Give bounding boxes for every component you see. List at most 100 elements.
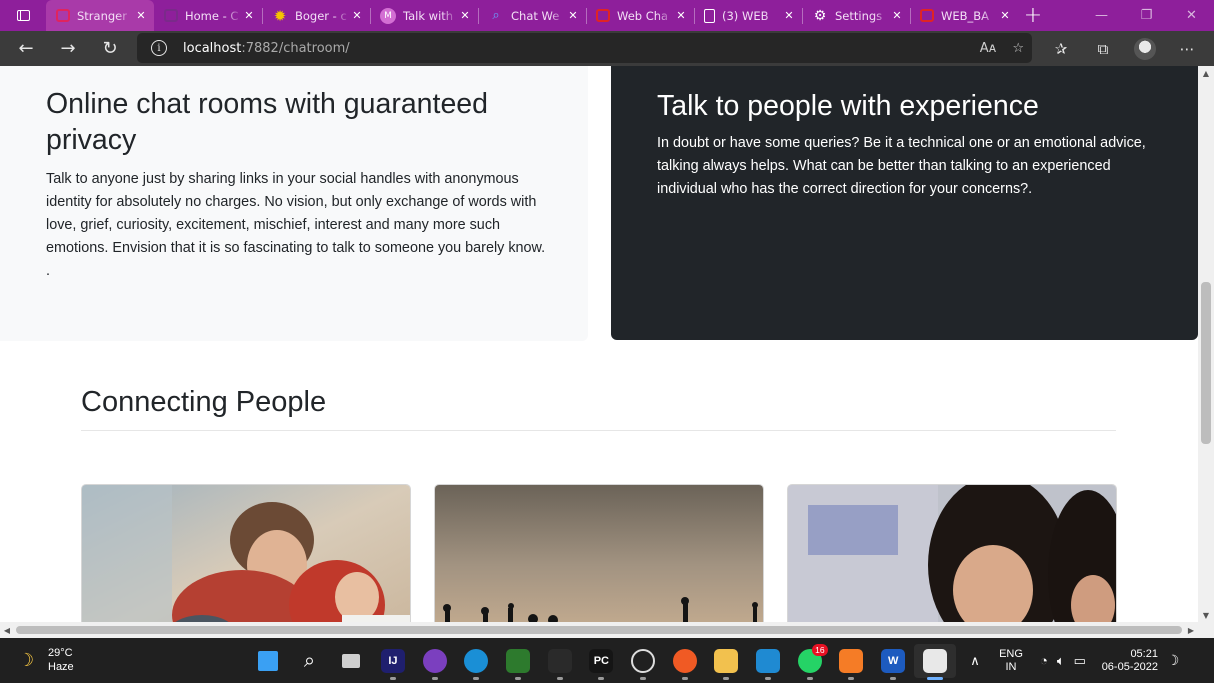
taskbar-app-search[interactable]: ⌕ — [289, 644, 331, 678]
page-viewport: Online chat rooms with guaranteed privac… — [0, 66, 1198, 622]
tab-title: Web Cha — [617, 8, 669, 23]
card-image-friends — [787, 484, 1117, 622]
temperature: 29°C — [48, 647, 73, 659]
windows-start-icon — [257, 651, 278, 671]
tab-title: Talk with — [403, 8, 454, 23]
taskbar-app-git[interactable] — [497, 644, 539, 680]
window-controls: — ❐ ✕ — [1079, 0, 1214, 31]
minimize-button[interactable]: — — [1079, 0, 1124, 31]
running-indicator — [681, 677, 688, 680]
tab-close-icon[interactable]: ✕ — [566, 9, 580, 23]
settings-menu-button[interactable]: ⋯ — [1166, 31, 1208, 66]
horizontal-scroll-thumb[interactable] — [16, 626, 1182, 634]
refresh-button[interactable]: ↻ — [89, 31, 131, 66]
restore-button[interactable]: ❐ — [1124, 0, 1169, 31]
couple-photo — [82, 485, 410, 622]
section-divider — [81, 430, 1116, 431]
scroll-up-arrow[interactable]: ▲ — [1198, 66, 1214, 80]
tab-actions-button[interactable] — [0, 0, 46, 31]
tab-close-icon[interactable]: ✕ — [458, 9, 472, 23]
scroll-left-arrow[interactable]: ◀ — [0, 622, 14, 638]
tab-close-icon[interactable]: ✕ — [998, 9, 1012, 23]
tab-title: (3) WEB — [722, 8, 769, 23]
tab-close-icon[interactable]: ✕ — [782, 9, 796, 23]
address-bar[interactable]: i localhost:7882/chatroom/ Aᴀ ☆ — [137, 33, 1032, 63]
taskbar-app-pycharm[interactable]: PC — [581, 644, 623, 680]
quick-settings[interactable]: ◔ 🔈︎ ▭ — [1032, 653, 1094, 669]
browser-tab[interactable]: Stranger ✕ — [46, 0, 154, 31]
profile-button[interactable] — [1124, 31, 1166, 66]
tab-close-icon[interactable]: ✕ — [890, 9, 904, 23]
tab-close-icon[interactable]: ✕ — [350, 9, 364, 23]
show-hidden-icons-chevron[interactable]: ∧ — [960, 653, 990, 669]
browser-tab[interactable]: Web Cha ✕ — [586, 0, 694, 31]
moon-icon: ☽ — [18, 650, 35, 670]
task-view-icon — [342, 654, 361, 668]
taskbar-app-snipping-tool[interactable] — [914, 644, 956, 680]
privacy-heading: Online chat rooms with guaranteed privac… — [46, 88, 489, 156]
taskbar-app-xampp[interactable] — [831, 644, 873, 680]
back-button[interactable]: ← — [5, 31, 47, 66]
browser-tab[interactable]: ✹ Boger - c ✕ — [262, 0, 370, 31]
taskbar-app-edge[interactable] — [455, 644, 497, 680]
browser-tab[interactable]: ⚙ Settings ✕ — [802, 0, 910, 31]
scroll-down-arrow[interactable]: ▼ — [1198, 608, 1214, 622]
document-icon — [704, 8, 715, 23]
taskbar-app-file-explorer[interactable] — [706, 644, 748, 680]
taskbar-app-brave[interactable] — [664, 644, 706, 680]
pdf-icon — [920, 9, 934, 22]
taskbar-app-task-view[interactable] — [330, 644, 372, 678]
taskbar-app-word[interactable]: W — [872, 644, 914, 680]
input-language[interactable]: ENG IN — [990, 648, 1032, 674]
volume-icon: 🔈︎ — [1056, 652, 1065, 668]
close-window-button[interactable]: ✕ — [1169, 0, 1214, 31]
taskbar-app-obs[interactable] — [622, 644, 664, 680]
browser-tab[interactable]: (3) WEB ✕ — [694, 0, 802, 31]
windows-taskbar: ☽ 29°C Haze ⌕ IJ PC 16 W ∧ ENG IN ◔ 🔈︎ ▭ 05:… — [0, 638, 1214, 683]
pycharm-icon: PC — [589, 649, 614, 673]
experience-heading: Talk to people with experience — [657, 90, 1039, 122]
new-tab-button[interactable]: + — [1018, 0, 1048, 31]
clock-time: 05:21 — [1130, 647, 1158, 660]
clock[interactable]: 05:21 06-05-2022 — [1094, 648, 1158, 674]
read-aloud-icon[interactable]: Aᴀ — [980, 41, 997, 56]
git-icon — [505, 649, 530, 673]
tab-close-icon[interactable]: ✕ — [674, 9, 688, 23]
browser-tab[interactable]: Home - C ✕ — [154, 0, 262, 31]
taskbar-app-whatsapp[interactable]: 16 — [789, 644, 831, 680]
url-path: :7882/chatroom/ — [241, 40, 350, 56]
taskbar-app-intellij[interactable]: IJ — [372, 644, 414, 680]
language-code: ENG — [999, 647, 1023, 660]
scroll-right-arrow[interactable]: ▶ — [1184, 622, 1198, 638]
collections-icon[interactable]: ⧉ — [1082, 31, 1124, 66]
vscode-icon — [756, 649, 781, 673]
horizontal-scrollbar[interactable]: ◀ ▶ — [0, 622, 1198, 638]
taskbar-app-files[interactable] — [539, 644, 581, 680]
browser-tab[interactable]: WEB_BA ✕ — [910, 0, 1018, 31]
vertical-scrollbar[interactable]: ▲ ▼ — [1198, 66, 1214, 622]
vertical-scroll-thumb[interactable] — [1201, 282, 1211, 444]
search-logo-icon: ⌕ — [492, 8, 500, 23]
privacy-feature-panel: Online chat rooms with guaranteed privac… — [0, 66, 588, 341]
brave-icon — [672, 649, 697, 673]
taskbar-app-windows-start[interactable] — [247, 644, 289, 678]
taskbar-app-vscode[interactable] — [747, 644, 789, 680]
web-chat-icon — [596, 9, 610, 22]
add-favorite-icon[interactable]: ☆ — [1012, 41, 1024, 56]
avatar — [1134, 37, 1156, 60]
forward-button[interactable]: → — [47, 31, 89, 66]
m-logo-icon: M — [380, 7, 396, 24]
running-indicator — [848, 677, 855, 680]
tab-close-icon[interactable]: ✕ — [242, 9, 256, 23]
notification-badge: 16 — [812, 644, 828, 656]
tab-list: Stranger ✕ Home - C ✕ ✹ Boger - c ✕ M Talk with ✕… — [46, 0, 1018, 31]
browser-tab[interactable]: ⌕ Chat We ✕ — [478, 0, 586, 31]
favorites-icon[interactable]: ✰ — [1040, 31, 1082, 66]
site-info-icon[interactable]: i — [151, 40, 167, 56]
taskbar-app-github[interactable] — [414, 644, 456, 680]
obs-icon — [631, 649, 656, 673]
weather-widget[interactable]: ☽ 29°C Haze — [18, 646, 74, 674]
tab-close-icon[interactable]: ✕ — [134, 9, 148, 23]
notifications-moon-icon[interactable]: ☽ — [1158, 652, 1188, 669]
browser-tab[interactable]: M Talk with ✕ — [370, 0, 478, 31]
